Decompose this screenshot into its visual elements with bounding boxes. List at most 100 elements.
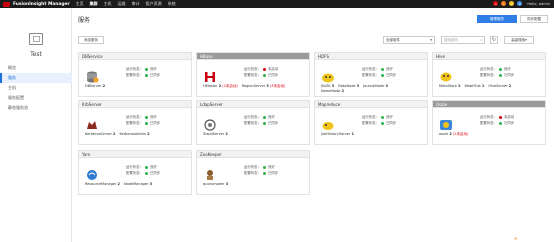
role-entry[interactable]: KerberosAdmin 2: [119, 132, 149, 136]
status-dot-icon: [144, 121, 148, 125]
role-note: (3未启动): [269, 84, 286, 88]
role-count: 3: [266, 84, 269, 88]
nav-item[interactable]: 集群: [90, 1, 98, 7]
role-name: quorumpeer: [203, 182, 225, 186]
role-entry[interactable]: NameNode 2: [321, 89, 344, 93]
role-name: NameNode: [321, 89, 341, 93]
sidebar-menu: 概览 服务 主机 服务配置 静态服务池: [0, 63, 72, 113]
sidebar-item[interactable]: 概览: [0, 63, 72, 73]
role-count: 3: [331, 84, 335, 88]
service-card[interactable]: LdapServer 运行状态： 良好 配置状态： 已同步 SlapdServer 2: [196, 100, 310, 145]
role-entry[interactable]: JournalNode 3: [363, 84, 388, 88]
role-entry[interactable]: MetaStore 2: [439, 84, 461, 88]
config-status-value: 已同步: [267, 72, 279, 77]
role-name: WebHCat: [464, 84, 481, 88]
role-entry[interactable]: ResourceManager 2: [85, 182, 120, 186]
status-dot-icon: [144, 166, 148, 170]
role-note: (2未启动): [452, 132, 469, 136]
service-name[interactable]: HBase: [197, 53, 309, 60]
sync-config-button[interactable]: 同步配置: [520, 15, 548, 23]
refresh-icon[interactable]: ↻: [490, 36, 498, 44]
role-entry[interactable]: HMaster 2 (2未启动): [203, 84, 238, 88]
service-name[interactable]: Yarn: [79, 151, 191, 158]
top-right: 0 1 2 0 Hello, admin: [493, 1, 550, 6]
role-count: 2: [508, 84, 512, 88]
nav-item[interactable]: 租户资源: [146, 1, 162, 7]
nav-item[interactable]: 运维: [118, 1, 126, 7]
status-dot-icon: [144, 116, 148, 120]
role-name: JN/ZK: [321, 84, 331, 88]
add-service-button[interactable]: 添加服务: [78, 36, 104, 44]
role-entry[interactable]: HiveServer 2: [488, 84, 511, 88]
service-card[interactable]: Yarn 运行状态： 良好 配置状态： 已同步 ResourceManager 2 Node…: [78, 150, 192, 195]
config-status-value: 已同步: [149, 72, 161, 77]
service-name[interactable]: Hive: [433, 53, 545, 60]
service-card[interactable]: DBService 运行状态： 良好 配置状态： 已同步 DBServer 2: [78, 52, 192, 97]
nav-item[interactable]: 审计: [132, 1, 140, 7]
role-name: JournalNode: [363, 84, 385, 88]
service-name[interactable]: Oozie: [433, 101, 545, 108]
config-status-value: 已同步: [503, 120, 515, 125]
status-dot-icon: [262, 73, 266, 77]
minor-alarm-icon[interactable]: 2: [509, 1, 515, 6]
role-entry[interactable]: SlapdServer 2: [203, 132, 228, 136]
component-filter-select[interactable]: 全部组件 ▾: [383, 36, 435, 44]
user-menu[interactable]: Hello, admin: [527, 2, 550, 6]
role-entry[interactable]: DataNode 3: [338, 84, 359, 88]
service-card[interactable]: HDFS 运行状态： 良好 配置状态： 已同步 JN/ZK 3 DataNode 3 Jour…: [314, 52, 428, 97]
role-entry[interactable]: JobHistoryServer 1: [321, 132, 354, 136]
role-entry[interactable]: KerberosServer 2: [85, 132, 115, 136]
role-count: 2: [102, 84, 106, 88]
sidebar-item[interactable]: 服务配置: [0, 93, 72, 103]
role-count: 2: [117, 182, 120, 186]
major-alarm-icon[interactable]: 1: [501, 1, 507, 6]
sidebar-item[interactable]: 服务: [0, 73, 72, 83]
nav-item[interactable]: 系统: [168, 1, 176, 7]
status-dot-icon: [498, 121, 502, 125]
service-name[interactable]: ZooKeeper: [197, 151, 309, 158]
role-count: 2: [218, 84, 222, 88]
service-name[interactable]: LdapServer: [197, 101, 309, 108]
service-name[interactable]: DBService: [79, 53, 191, 60]
service-card[interactable]: Oozie 运行状态： 未启动 配置状态： 已同步 oozie 2 (2未启动): [432, 100, 546, 145]
service-card[interactable]: HBase 运行状态： 未启动 配置状态： 已同步 HMaster 2 (2未启动) Reg…: [196, 52, 310, 97]
warning-alarm-icon[interactable]: 0: [517, 1, 523, 6]
manage-services-button[interactable]: 管理服务: [477, 15, 517, 23]
service-card[interactable]: Mapreduce 运行状态： 良好 配置状态： 已同步 JobHistoryServer…: [314, 100, 428, 145]
role-entry[interactable]: NodeManager 3: [124, 182, 152, 186]
service-card[interactable]: KrbServer 运行状态： 良好 配置状态： 已同步 KerberosServer 2…: [78, 100, 192, 145]
service-card[interactable]: Hive 运行状态： 良好 配置状态： 已同步 MetaStore 2 WebHCat 1H…: [432, 52, 546, 97]
advanced-search-button[interactable]: 高级搜索 ▾: [504, 36, 534, 44]
role-list: KerberosServer 2 KerberosAdmin 2: [85, 132, 154, 137]
role-entry[interactable]: WebHCat 1: [465, 84, 485, 88]
role-entry[interactable]: oozie 2 (2未启动): [439, 132, 468, 136]
search-input[interactable]: 搜索服务 ⌕: [441, 36, 485, 44]
role-entry[interactable]: JN/ZK 3: [321, 84, 334, 88]
nav-item[interactable]: 主页: [76, 1, 84, 7]
service-status: 运行状态： 未启动 配置状态： 已同步: [480, 115, 514, 126]
critical-alarm-icon[interactable]: 0: [493, 1, 499, 6]
config-status-label: 配置状态：: [362, 120, 379, 125]
cluster-icon: [29, 33, 43, 45]
sidebar-item[interactable]: 主机: [0, 83, 72, 93]
status-dot-icon: [262, 68, 266, 72]
role-entry[interactable]: RegionServer 3 (3未启动): [242, 84, 286, 88]
role-note: (2未启动): [222, 84, 238, 88]
status-dot-icon: [498, 116, 502, 120]
role-count: 1: [481, 84, 485, 88]
sidebar-item[interactable]: 静态服务池: [0, 103, 72, 113]
service-status: 运行状态： 良好 配置状态： 已同步: [362, 67, 396, 78]
service-name[interactable]: KrbServer: [79, 101, 191, 108]
role-list: DBServer 2: [85, 84, 109, 89]
krb-icon: [85, 116, 99, 129]
sidebar: Test 概览 服务 主机 服务配置 静态服务池: [0, 8, 72, 242]
role-name: ResourceManager: [85, 182, 117, 186]
role-entry[interactable]: quorumpeer 3: [203, 182, 228, 186]
service-name[interactable]: Mapreduce: [315, 101, 427, 108]
config-status-value: 已同步: [149, 170, 161, 175]
service-name[interactable]: HDFS: [315, 53, 427, 60]
nav-item[interactable]: 主机: [104, 1, 112, 7]
status-dot-icon: [262, 116, 266, 120]
role-entry[interactable]: DBServer 2: [85, 84, 105, 88]
service-card[interactable]: ZooKeeper 运行状态： 良好 配置状态： 已同步 quorumpeer 3: [196, 150, 310, 195]
